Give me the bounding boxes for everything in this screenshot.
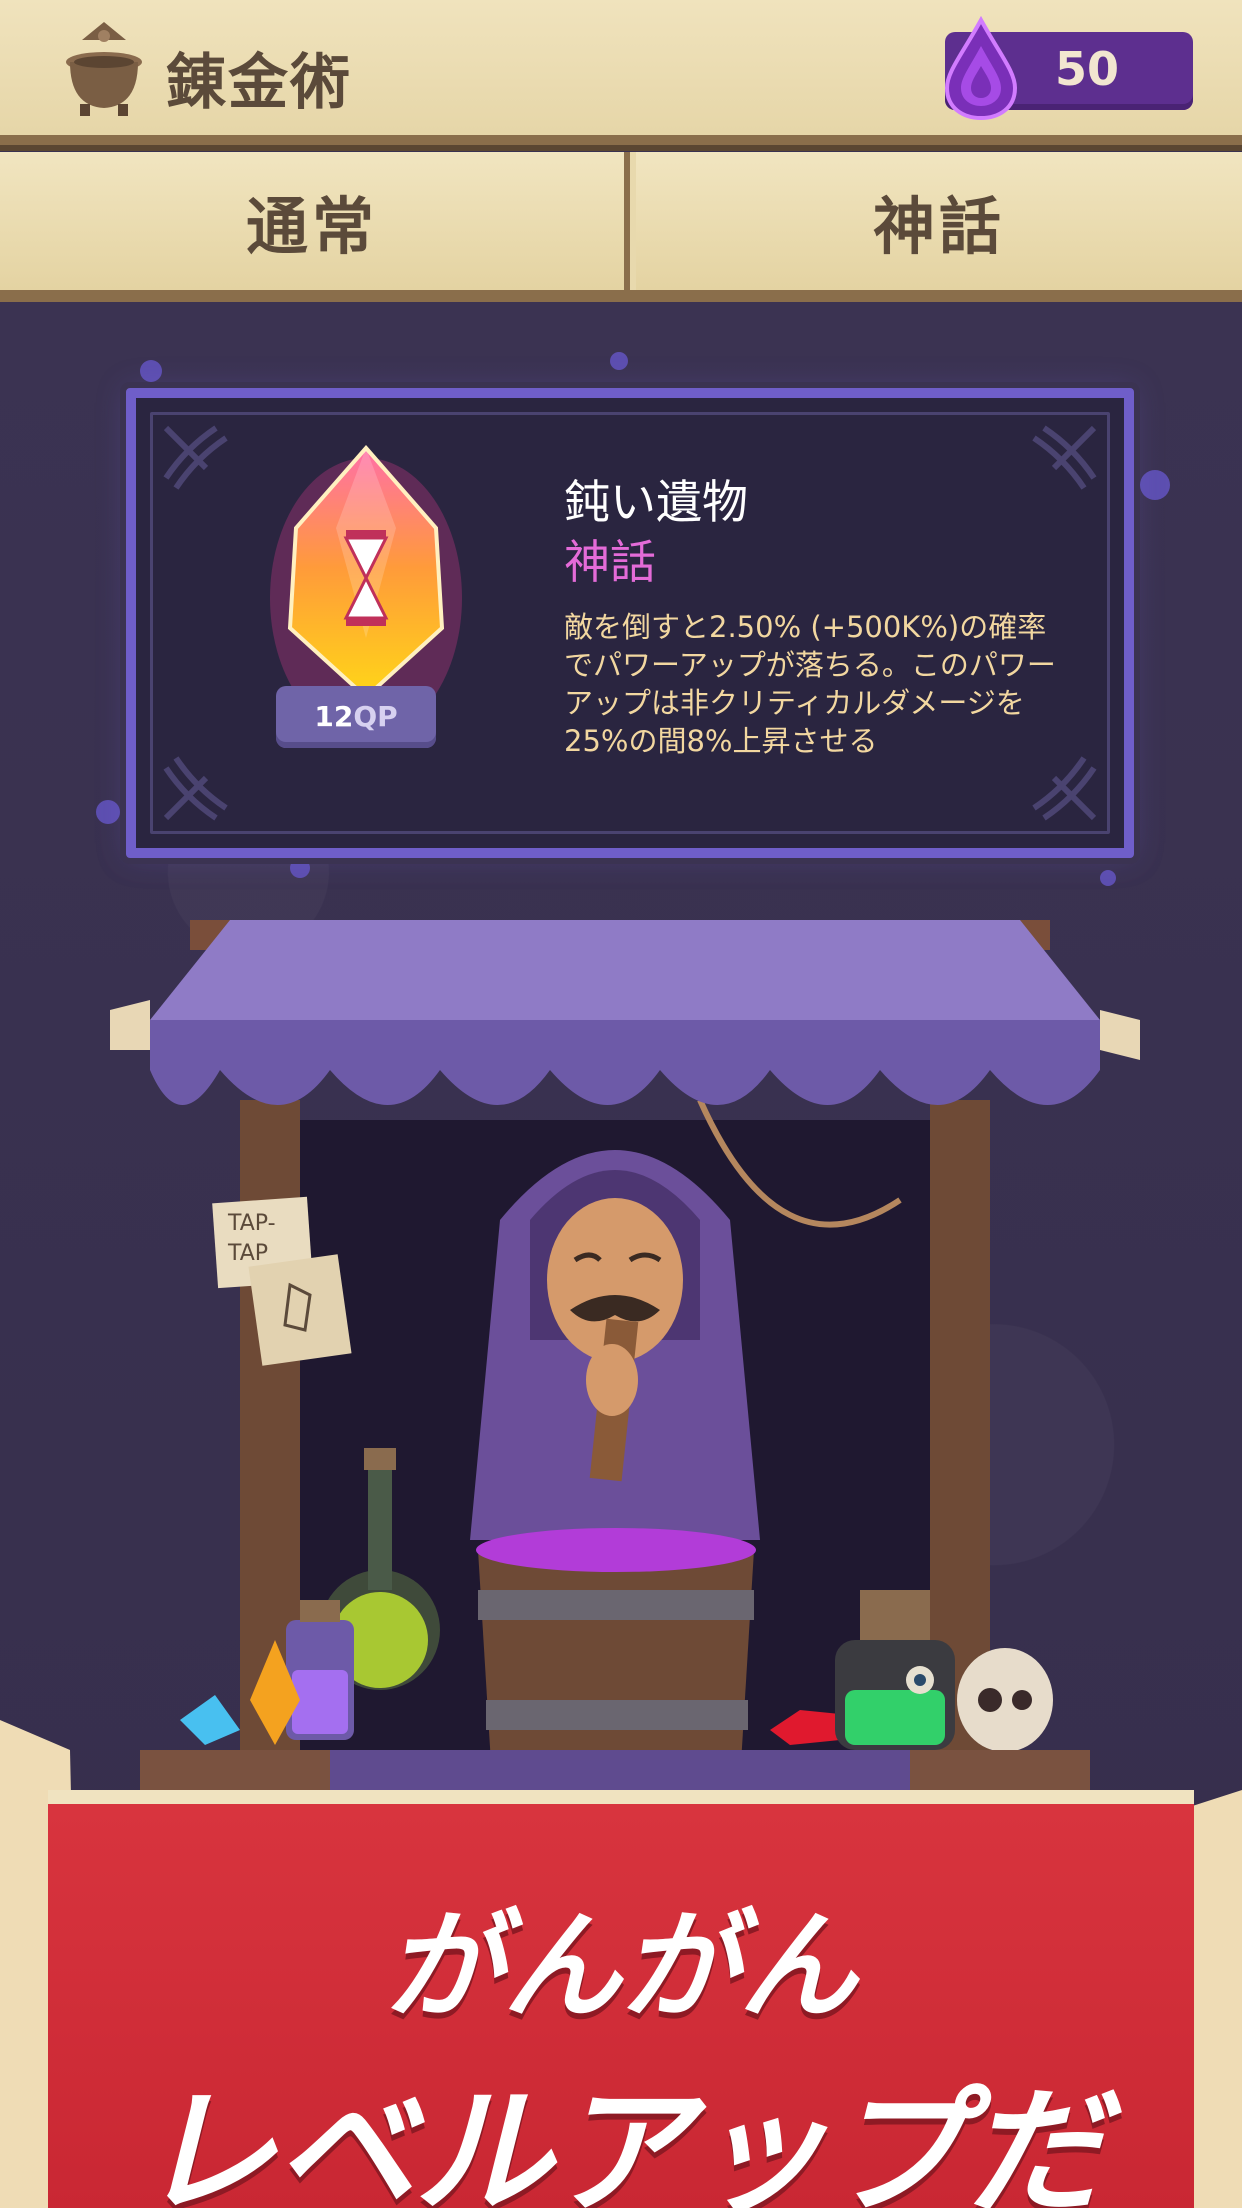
qp-badge: 12QP — [276, 686, 436, 748]
page-title: 錬金術 — [166, 48, 352, 118]
relic-rarity: 神話 — [564, 535, 656, 589]
relic-name: 鈍い遺物 — [564, 475, 748, 529]
banner-headline-line1: がんがん — [384, 1897, 857, 2035]
svg-text:TAP: TAP — [227, 1241, 268, 1266]
paint-splat — [610, 352, 628, 370]
tab-mythic-label: 神話 — [872, 190, 1005, 263]
paint-splat — [1140, 470, 1170, 500]
banner-headline-line2: レベルアップだ — [137, 2072, 1104, 2208]
currency-counter[interactable]: 50 — [944, 16, 1193, 120]
header-bar: 錬金術 50 — [0, 0, 1242, 145]
paint-splat — [1100, 870, 1116, 886]
cauldron-icon — [66, 22, 142, 116]
tab-bar: 通常 神話 — [0, 152, 1242, 302]
paint-splat — [140, 360, 162, 382]
sign-text: TAP- — [227, 1211, 276, 1236]
qp-value: 12 — [314, 700, 354, 733]
qp-unit: QP — [353, 700, 398, 733]
wizard-character — [470, 1150, 760, 1540]
corner-ornament — [1032, 425, 1097, 490]
tab-normal-label: 通常 — [245, 190, 378, 263]
relic-description: 敵を倒すと2.50% (+500K%)の確率でパワーアップが落ちる。このパワーア… — [564, 610, 1056, 758]
corner-ornament — [163, 756, 228, 821]
mythic-drop-icon — [944, 16, 1018, 120]
tab-mythic[interactable]: 神話 — [636, 152, 1242, 290]
currency-value: 50 — [1055, 42, 1120, 96]
paint-splat — [290, 858, 310, 878]
corner-ornament — [163, 425, 228, 490]
paint-splat — [96, 800, 120, 824]
tab-normal[interactable]: 通常 — [0, 152, 630, 290]
alchemist-shop-scene: TAP- TAP — [110, 920, 1140, 1820]
relic-card: 12QP 鈍い遺物 神話 敵を倒すと2.50% (+500K%)の確率でパワーア… — [126, 388, 1134, 858]
